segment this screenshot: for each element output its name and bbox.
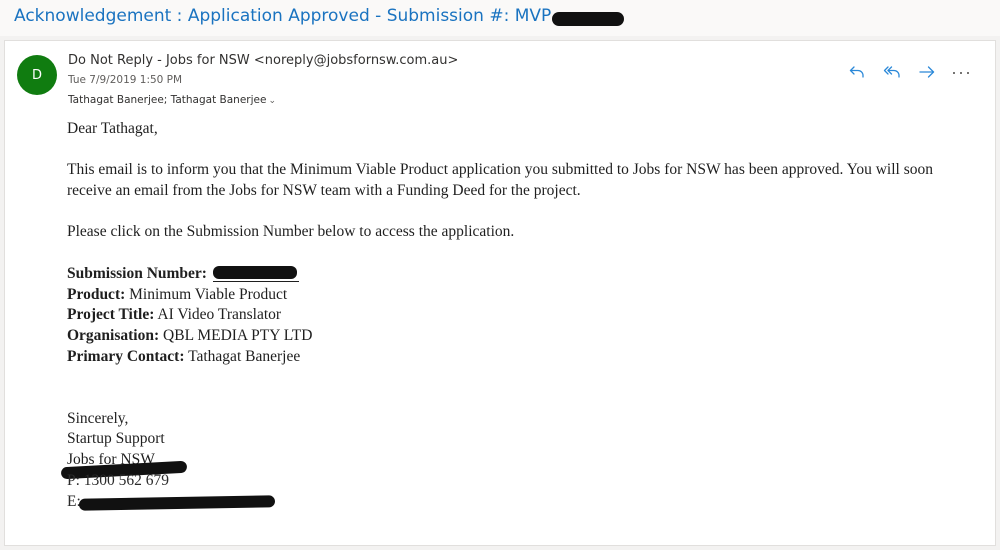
field-product: Product: Minimum Viable Product — [67, 285, 967, 306]
field-value: Minimum Viable Product — [129, 285, 288, 303]
subject-title: Acknowledgement : Application Approved -… — [14, 6, 552, 26]
redaction-mark — [78, 494, 276, 511]
recipients-line[interactable]: Tathagat Banerjee; Tathagat Banerjee ⌄ — [68, 94, 276, 106]
chevron-down-icon[interactable]: ⌄ — [268, 96, 276, 106]
signature-email: E: — [67, 492, 967, 513]
body-paragraph: This email is to inform you that the Min… — [67, 161, 933, 200]
field-label: Product: — [67, 285, 126, 303]
reply-button[interactable] — [839, 59, 874, 85]
field-label: Primary Contact: — [67, 347, 185, 365]
reply-all-icon — [883, 66, 900, 78]
signature-phone: P: 1300 562 679 — [67, 471, 967, 492]
message-date: Tue 7/9/2019 1:50 PM — [68, 74, 183, 86]
field-label: Organisation: — [67, 326, 160, 344]
forward-button[interactable] — [909, 59, 944, 85]
field-organisation: Organisation: QBL MEDIA PTY LTD — [67, 326, 967, 347]
signature-phone-text: P: 1300 562 679 — [67, 471, 170, 489]
reply-all-button[interactable] — [874, 59, 909, 85]
greeting: Dear Tathagat, — [67, 120, 158, 137]
reply-icon — [849, 66, 864, 78]
message-actions: ··· — [839, 59, 979, 85]
message-card: D Do Not Reply - Jobs for NSW <noreply@j… — [4, 40, 996, 546]
more-actions-button[interactable]: ··· — [944, 59, 979, 85]
field-value: QBL MEDIA PTY LTD — [163, 326, 313, 344]
subject-bar: Acknowledgement : Application Approved -… — [0, 0, 1000, 36]
recipients-text: Tathagat Banerjee; Tathagat Banerjee — [68, 94, 267, 106]
submission-number-link[interactable] — [212, 265, 299, 282]
field-value: AI Video Translator — [157, 306, 282, 324]
field-value: Tathagat Banerjee — [188, 347, 301, 365]
message-body: Dear Tathagat, This email is to inform y… — [60, 119, 967, 513]
field-project-title: Project Title: AI Video Translator — [67, 305, 967, 326]
signature-org: Jobs for NSW — [60, 450, 967, 480]
sender-line[interactable]: Do Not Reply - Jobs for NSW <noreply@job… — [68, 53, 458, 68]
sender-avatar[interactable]: D — [17, 55, 57, 95]
field-label: Project Title: — [67, 306, 155, 324]
more-actions-icon: ··· — [951, 62, 972, 82]
field-submission-number: Submission Number: — [67, 264, 967, 285]
forward-icon — [918, 66, 934, 78]
field-label: Submission Number: — [67, 264, 207, 282]
body-instruction: Please click on the Submission Number be… — [67, 223, 515, 241]
signature-team: Startup Support — [67, 430, 165, 448]
field-primary-contact: Primary Contact: Tathagat Banerjee — [67, 347, 967, 368]
signature-closing: Sincerely, — [67, 409, 129, 427]
redaction-mark — [552, 12, 625, 26]
